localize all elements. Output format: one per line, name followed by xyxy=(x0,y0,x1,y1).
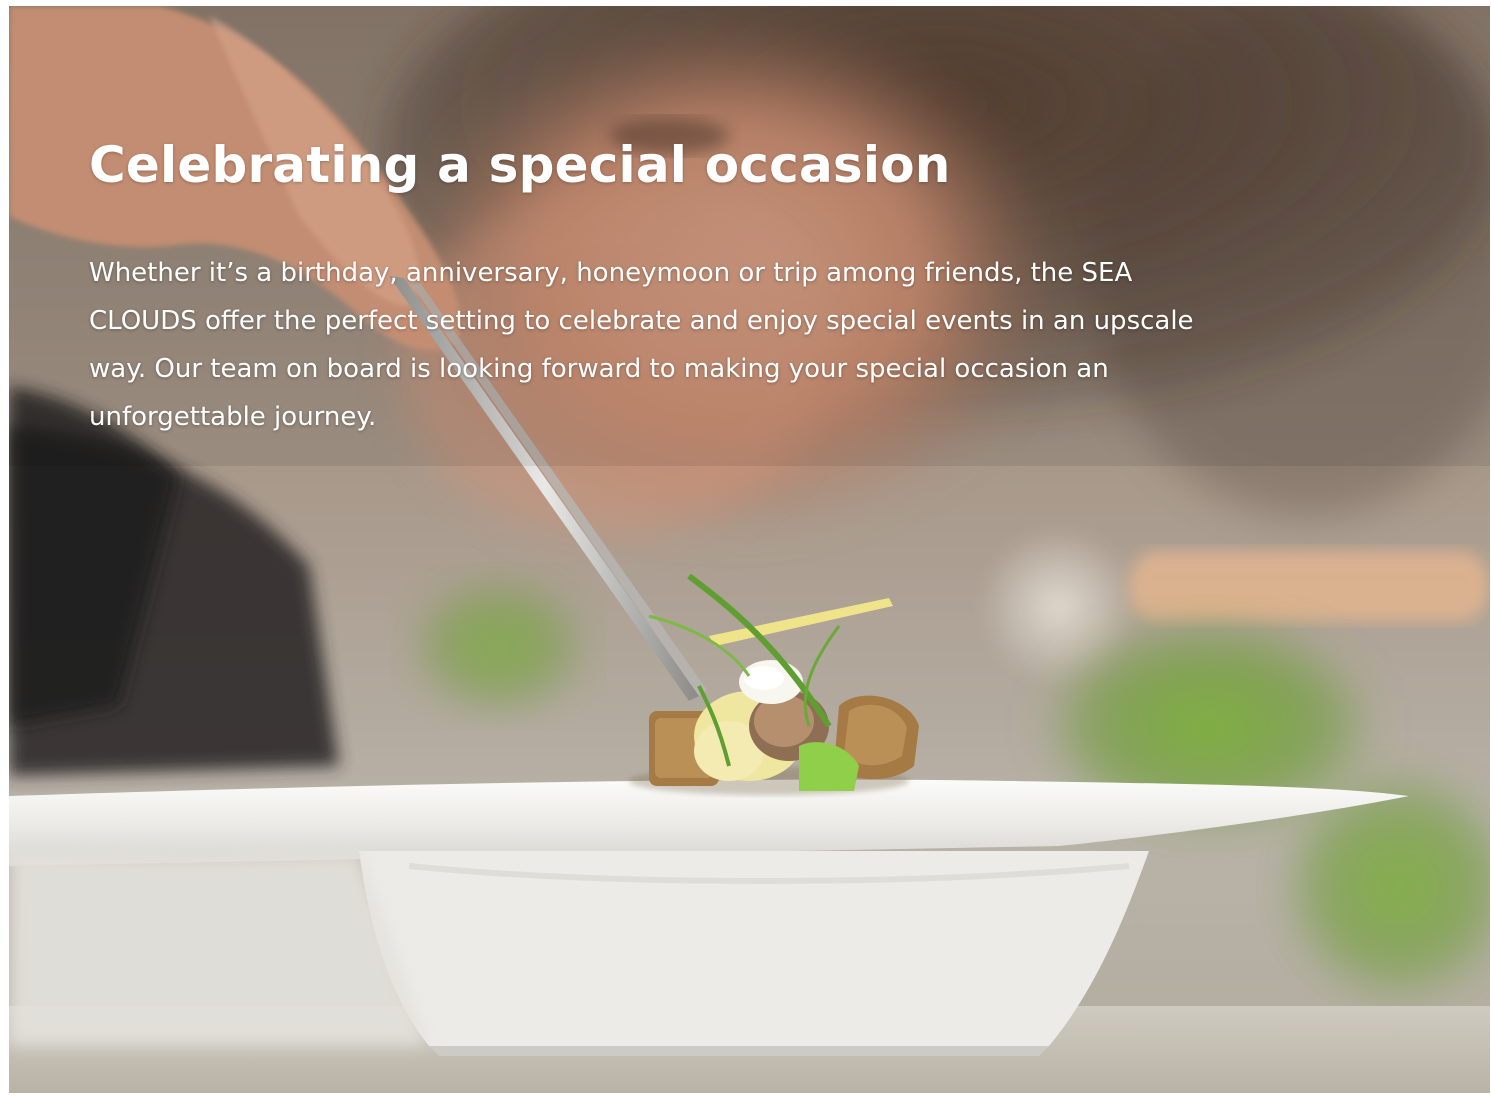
intro-paragraph: Whether it’s a birthday, anniversary, ho… xyxy=(89,258,1194,432)
page-title: Celebrating a special occasion xyxy=(89,136,951,194)
hero-section: Celebrating a special occasion Whether i… xyxy=(9,6,1490,1093)
